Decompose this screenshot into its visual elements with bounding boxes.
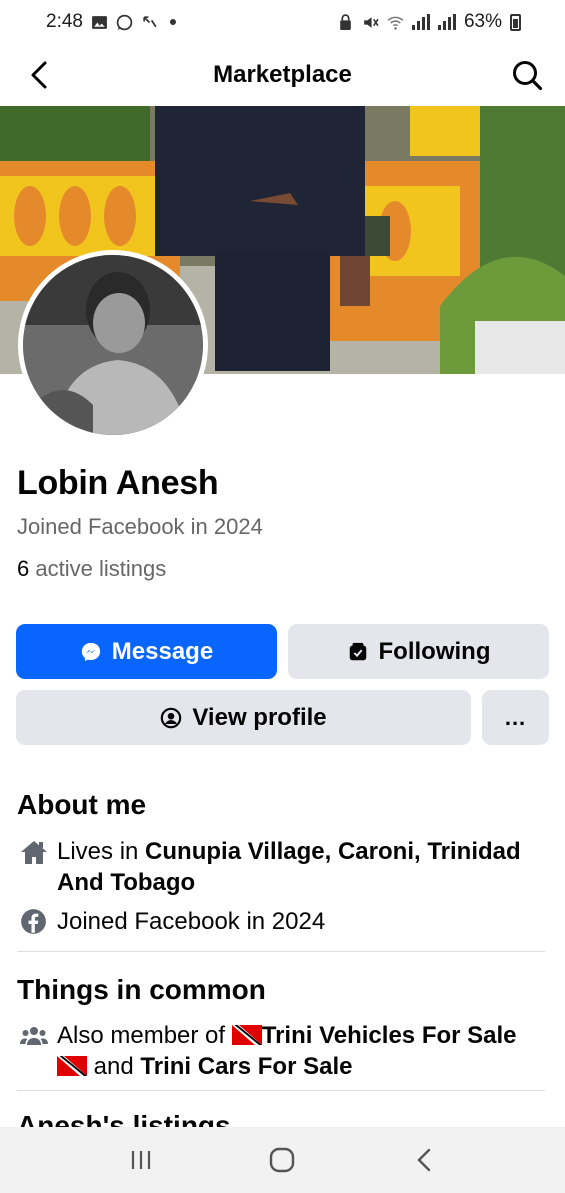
facebook-icon bbox=[17, 906, 57, 937]
joined-facebook-text: Joined Facebook in 2024 bbox=[57, 908, 326, 935]
nav-back-icon[interactable] bbox=[394, 1140, 454, 1180]
view-profile-button[interactable]: View profile bbox=[16, 690, 471, 745]
gallery-notification-icon bbox=[92, 15, 107, 29]
listings-number: 6 bbox=[17, 556, 30, 581]
house-icon bbox=[17, 836, 57, 867]
about-section-title: About me bbox=[17, 789, 147, 820]
more-notifications-dot bbox=[169, 19, 176, 25]
common-section-title: Things in common bbox=[17, 974, 266, 1005]
group-trini-cars-link[interactable]: Trini Cars For Sale bbox=[140, 1053, 352, 1080]
joined-row: Joined Facebook in 2024 bbox=[17, 906, 547, 937]
status-left: 2:48 bbox=[46, 11, 176, 33]
lives-in-prefix: Lives in bbox=[57, 838, 146, 865]
battery-icon bbox=[510, 13, 521, 31]
back-arrow-icon[interactable] bbox=[22, 58, 56, 92]
lives-in-text: Lives in Cunupia Village, Caroni, Trinid… bbox=[57, 836, 547, 898]
trinidad-flag-icon bbox=[57, 1056, 87, 1076]
following-button[interactable]: Following bbox=[288, 624, 549, 679]
home-icon[interactable] bbox=[252, 1140, 312, 1180]
header: Marketplace bbox=[0, 44, 565, 106]
divider bbox=[17, 951, 545, 952]
message-button-label: Message bbox=[111, 637, 214, 665]
groups-prefix: Also member of bbox=[57, 1022, 232, 1049]
search-icon[interactable] bbox=[509, 57, 545, 93]
whatsapp-notification-icon bbox=[116, 14, 133, 30]
mute-icon bbox=[364, 16, 379, 28]
person-circle-icon bbox=[161, 707, 182, 728]
group-trini-vehicles-link[interactable]: Trini Vehicles For Sale bbox=[262, 1022, 517, 1049]
messenger-icon bbox=[81, 642, 100, 661]
battery-percent: 63% bbox=[463, 11, 502, 32]
signal-icon-2 bbox=[437, 14, 456, 30]
view-profile-label: View profile bbox=[192, 703, 327, 731]
recents-icon[interactable] bbox=[111, 1140, 171, 1180]
active-listings-count[interactable]: 6 active listings bbox=[17, 556, 166, 582]
status-right: 63% bbox=[337, 11, 521, 33]
more-options-button[interactable]: ... bbox=[482, 690, 549, 745]
system-nav-bar bbox=[0, 1127, 565, 1193]
page-title: Marketplace bbox=[213, 61, 352, 88]
groups-and: and bbox=[87, 1053, 141, 1080]
groups-in-common-text: Also member of Trini Vehicles For Sale a… bbox=[57, 1020, 547, 1082]
wifi-icon bbox=[387, 16, 404, 30]
profile-joined-date: Joined Facebook in 2024 bbox=[17, 514, 263, 539]
status-time: 2:48 bbox=[46, 11, 83, 32]
following-button-label: Following bbox=[378, 637, 491, 665]
lives-in-row: Lives in Cunupia Village, Caroni, Trinid… bbox=[17, 836, 547, 898]
status-bar: 2:48 63% bbox=[0, 0, 565, 44]
trinidad-flag-icon bbox=[231, 1025, 262, 1045]
lock-icon bbox=[340, 13, 351, 30]
avatar-image bbox=[23, 255, 203, 435]
avatar[interactable] bbox=[18, 250, 208, 440]
signal-icon-1 bbox=[411, 14, 430, 30]
groups-in-common-row: Also member of Trini Vehicles For Sale a… bbox=[17, 1020, 547, 1082]
call-notification-icon bbox=[143, 15, 157, 27]
following-icon bbox=[349, 642, 366, 660]
message-button[interactable]: Message bbox=[16, 624, 277, 679]
listings-label: active listings bbox=[29, 556, 167, 581]
more-options-label: ... bbox=[504, 704, 527, 730]
group-icon bbox=[17, 1020, 57, 1051]
profile-name: Lobin Anesh bbox=[17, 464, 219, 502]
divider bbox=[17, 1090, 545, 1091]
